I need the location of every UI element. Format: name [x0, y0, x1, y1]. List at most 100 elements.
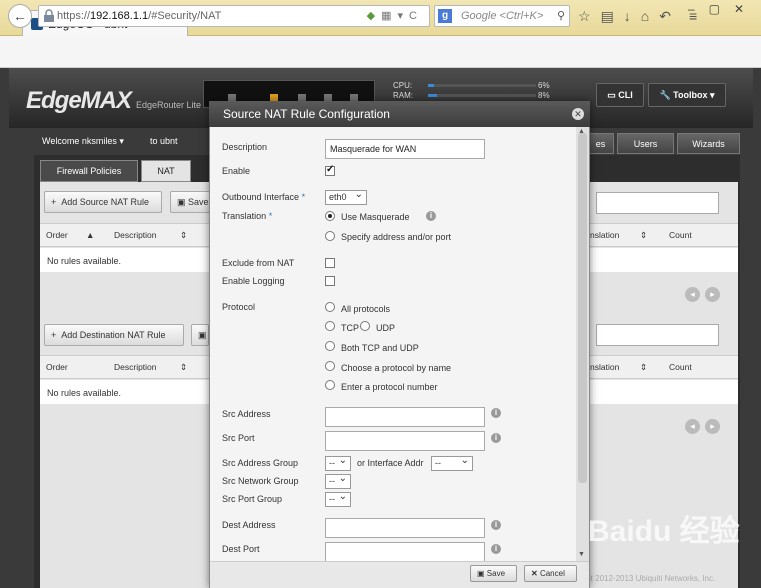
src-address-group-select[interactable]: --	[325, 455, 351, 471]
col-count[interactable]: Count	[669, 230, 692, 240]
exclude-from-nat-checkbox[interactable]	[325, 258, 335, 268]
scroll-up-icon[interactable]: ▲	[578, 128, 585, 135]
resource-values: 6% 8%	[538, 81, 550, 100]
add-destination-nat-button[interactable]: + Add Destination NAT Rule	[44, 324, 184, 346]
tab-services[interactable]: es	[588, 133, 614, 154]
source-search-input[interactable]	[596, 192, 719, 214]
col-count[interactable]: Count	[669, 362, 692, 372]
info-icon[interactable]: i	[491, 433, 501, 443]
url-bar-icons[interactable]: ◆▦▾C	[367, 9, 423, 22]
enable-checkbox[interactable]	[325, 164, 335, 176]
scroll-down-icon[interactable]: ▼	[578, 551, 585, 558]
udp-label: UDP	[376, 323, 396, 333]
cancel-button[interactable]: ✕ Cancel	[524, 565, 577, 582]
outbound-interface-select[interactable]: eth0	[325, 189, 367, 205]
outbound-interface-label: Outbound Interface *	[222, 192, 306, 202]
interface-addr-select[interactable]: --	[431, 455, 473, 471]
back-button[interactable]: ←	[8, 4, 32, 28]
reload-icon: C	[409, 10, 423, 22]
tab-users[interactable]: Users	[617, 133, 674, 154]
destination-search-input[interactable]	[596, 324, 719, 346]
all-protocols-label: All protocols	[341, 304, 391, 314]
address-bar[interactable]: https://192.168.1.1/#Security/NAT ◆▦▾C	[38, 5, 430, 27]
add-source-nat-button[interactable]: + Add Source NAT Rule	[44, 191, 162, 213]
port-icon	[270, 94, 278, 101]
dest-port-field[interactable]	[325, 542, 485, 562]
save-button[interactable]: ▣	[191, 324, 209, 346]
info-icon[interactable]: i	[491, 520, 501, 530]
save-button[interactable]: ▣ Save	[470, 565, 517, 582]
src-address-label: Src Address	[222, 409, 271, 419]
sort-icon[interactable]: ⇕	[640, 230, 647, 241]
next-page-icon[interactable]: ▸	[705, 287, 720, 302]
col-translation[interactable]: nslation	[590, 230, 619, 240]
col-description[interactable]: Description	[114, 230, 157, 240]
col-order[interactable]: Order	[46, 362, 68, 372]
use-masquerade-radio[interactable]	[325, 211, 335, 221]
src-network-group-select[interactable]: --	[325, 473, 351, 489]
next-page-icon[interactable]: ▸	[705, 419, 720, 434]
protocol-by-name-radio[interactable]	[325, 361, 335, 371]
sort-icon[interactable]: ⇕	[180, 230, 187, 241]
tab-nat[interactable]: NAT	[141, 160, 191, 182]
enable-label: Enable	[222, 166, 251, 176]
save-button[interactable]: ▣ Save	[170, 191, 210, 213]
port-icon	[228, 94, 236, 101]
info-icon[interactable]: i	[491, 408, 501, 418]
use-masquerade-label: Use Masquerade	[341, 212, 410, 222]
col-translation[interactable]: nslation	[590, 362, 619, 372]
sort-icon[interactable]: ▲	[86, 230, 94, 240]
col-order[interactable]: Order	[46, 230, 68, 240]
no-rules-text: No rules available.	[47, 388, 122, 398]
search-bar[interactable]: g Google <Ctrl+K> ⚲	[434, 5, 570, 27]
copyright: ight 2012-2013 Ubiquiti Networks, Inc.	[580, 574, 716, 583]
tab-firewall-policies[interactable]: Firewall Policies	[40, 160, 138, 182]
port-icon	[298, 94, 306, 101]
col-description[interactable]: Description	[114, 362, 157, 372]
navigation-bar	[0, 36, 761, 68]
url-text: https://192.168.1.1/#Security/NAT	[57, 10, 222, 22]
tab-wizards[interactable]: Wizards	[677, 133, 740, 154]
src-port-group-select[interactable]: --	[325, 491, 351, 507]
host-label: to ubnt	[150, 136, 178, 146]
protocol-by-number-radio[interactable]	[325, 380, 335, 390]
specify-address-label: Specify address and/or port	[341, 232, 452, 242]
tcp-radio[interactable]	[325, 321, 335, 331]
dest-address-label: Dest Address	[222, 520, 276, 530]
search-icon[interactable]: ⚲	[557, 9, 565, 22]
no-rules-text: No rules available.	[47, 256, 122, 266]
bookmarks-icon: ▤	[600, 8, 624, 24]
dest-address-field[interactable]	[325, 518, 485, 538]
specify-address-radio[interactable]	[325, 231, 335, 241]
shield-icon: ◆	[366, 10, 382, 22]
protocol-by-name-label: Choose a protocol by name	[341, 363, 452, 373]
edgemax-logo: EdgeMAX	[26, 87, 132, 114]
src-port-field[interactable]	[325, 431, 485, 451]
router-label: EdgeRouter Lite	[136, 100, 202, 110]
sort-icon[interactable]: ⇕	[180, 362, 187, 373]
cli-button[interactable]: ▭ CLI	[596, 83, 644, 107]
description-field[interactable]: Masquerade for WAN	[325, 139, 485, 159]
translation-label: Translation *	[222, 211, 273, 221]
modal-title: Source NAT Rule Configuration	[223, 107, 390, 121]
enable-logging-checkbox[interactable]	[325, 276, 335, 286]
prev-page-icon[interactable]: ◂	[685, 419, 700, 434]
info-icon[interactable]: i	[426, 211, 436, 221]
reader-icon: ▦	[381, 10, 398, 22]
both-tcp-udp-radio[interactable]	[325, 341, 335, 351]
toolbox-button[interactable]: 🔧 Toolbox ▾	[648, 83, 726, 107]
or-interface-addr-label: or Interface Addr	[357, 458, 424, 468]
bookmark-star-icon: ☆	[578, 8, 601, 24]
sort-icon[interactable]: ⇕	[640, 362, 647, 373]
home-icon: ⌂	[640, 8, 660, 24]
info-icon[interactable]: i	[491, 544, 501, 554]
all-protocols-radio[interactable]	[325, 302, 335, 312]
src-address-field[interactable]	[325, 407, 485, 427]
close-icon[interactable]: ✕	[572, 108, 584, 120]
toolbar-icons[interactable]: ☆▤↓⌂↶ ≡	[578, 8, 707, 25]
search-placeholder: Google <Ctrl+K>	[461, 10, 544, 22]
prev-page-icon[interactable]: ◂	[685, 287, 700, 302]
welcome-user-menu[interactable]: Welcome nksmiles ▾	[42, 136, 124, 147]
scrollbar-thumb[interactable]	[578, 133, 587, 483]
udp-radio[interactable]	[360, 321, 370, 331]
